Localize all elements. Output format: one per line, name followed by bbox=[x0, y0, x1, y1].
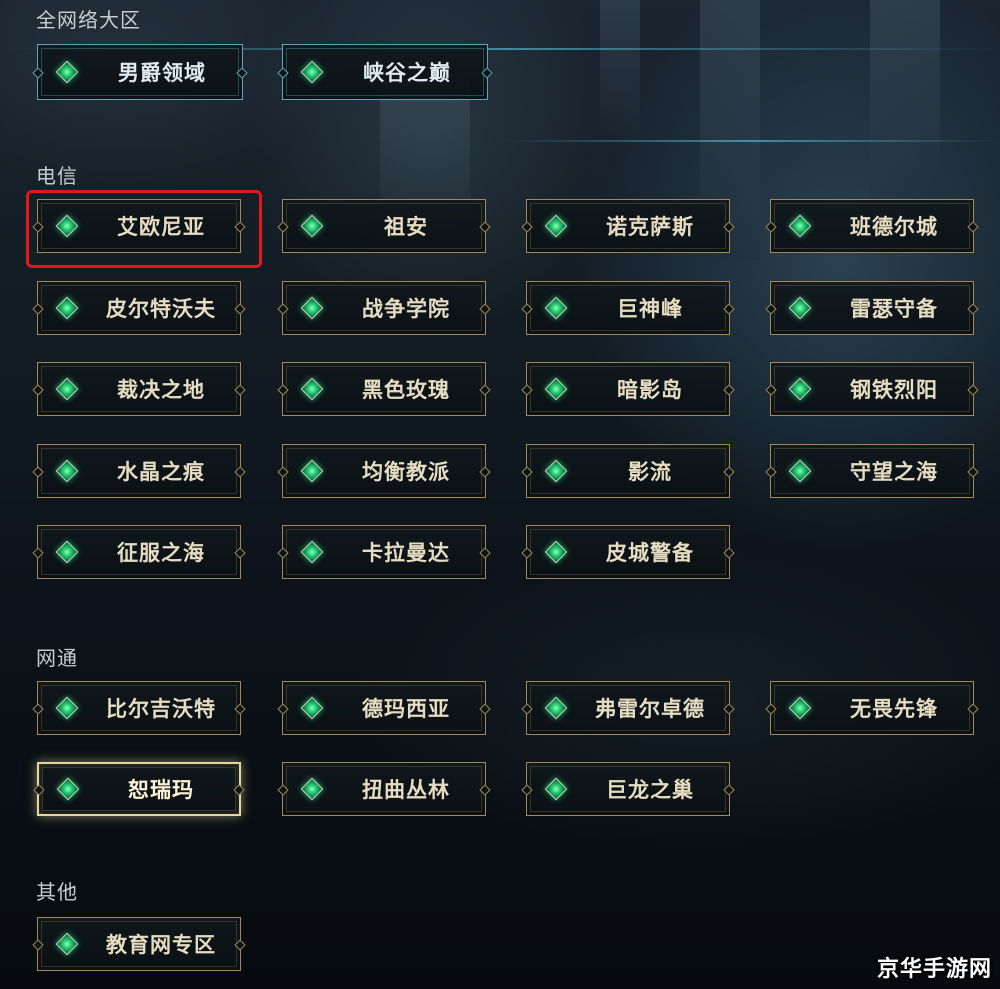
server-button[interactable]: 水晶之痕 bbox=[32, 444, 246, 498]
server-name: 皮尔特沃夫 bbox=[106, 297, 216, 321]
gem-icon bbox=[300, 459, 324, 483]
gem-icon bbox=[300, 377, 324, 401]
server-name: 艾欧尼亚 bbox=[117, 215, 205, 239]
server-button[interactable]: 卡拉曼达 bbox=[277, 525, 491, 579]
gem-icon bbox=[55, 459, 79, 483]
server-name: 德玛西亚 bbox=[362, 697, 450, 721]
gem-icon bbox=[544, 296, 568, 320]
server-button[interactable]: 征服之海 bbox=[32, 525, 246, 579]
watermark-text: 京华手游网 bbox=[876, 957, 992, 982]
server-name: 诺克萨斯 bbox=[606, 215, 694, 239]
gem-icon bbox=[544, 459, 568, 483]
server-button[interactable]: 钢铁烈阳 bbox=[765, 362, 979, 416]
gem-icon bbox=[300, 540, 324, 564]
server-button[interactable]: 暗影岛 bbox=[521, 362, 735, 416]
server-name: 巨龙之巢 bbox=[606, 778, 694, 802]
gem-icon bbox=[788, 696, 812, 720]
server-name: 扭曲丛林 bbox=[362, 778, 450, 802]
server-name: 影流 bbox=[628, 460, 672, 484]
server-button[interactable]: 教育网专区 bbox=[32, 917, 246, 971]
server-button[interactable]: 扭曲丛林 bbox=[277, 762, 491, 816]
server-name: 峡谷之巅 bbox=[363, 61, 451, 85]
gem-icon bbox=[300, 696, 324, 720]
server-button[interactable]: 祖安 bbox=[277, 199, 491, 253]
server-name: 恕瑞玛 bbox=[128, 778, 194, 802]
gem-icon bbox=[544, 777, 568, 801]
gem-icon bbox=[55, 377, 79, 401]
section-label-netcom: 网通 bbox=[36, 646, 78, 670]
server-name: 班德尔城 bbox=[850, 215, 938, 239]
gem-icon bbox=[55, 540, 79, 564]
gem-icon bbox=[56, 777, 80, 801]
server-button[interactable]: 男爵领域 bbox=[32, 44, 248, 100]
server-name: 教育网专区 bbox=[106, 933, 216, 957]
server-button[interactable]: 艾欧尼亚 bbox=[32, 199, 246, 253]
server-button[interactable]: 巨龙之巢 bbox=[521, 762, 735, 816]
server-name: 钢铁烈阳 bbox=[850, 378, 938, 402]
server-button[interactable]: 班德尔城 bbox=[765, 199, 979, 253]
gem-icon bbox=[544, 540, 568, 564]
server-name: 裁决之地 bbox=[117, 378, 205, 402]
section-label-global: 全网络大区 bbox=[36, 8, 141, 32]
server-name: 弗雷尔卓德 bbox=[595, 697, 705, 721]
gem-icon bbox=[788, 296, 812, 320]
server-name: 巨神峰 bbox=[617, 297, 683, 321]
gem-icon bbox=[55, 60, 79, 84]
server-name: 暗影岛 bbox=[617, 378, 683, 402]
server-button[interactable]: 影流 bbox=[521, 444, 735, 498]
server-name: 无畏先锋 bbox=[850, 697, 938, 721]
server-name: 守望之海 bbox=[850, 460, 938, 484]
gem-icon bbox=[788, 214, 812, 238]
server-name: 祖安 bbox=[384, 215, 428, 239]
server-button[interactable]: 皮城警备 bbox=[521, 525, 735, 579]
gem-icon bbox=[544, 214, 568, 238]
gem-icon bbox=[55, 932, 79, 956]
gem-icon bbox=[300, 60, 324, 84]
gem-icon bbox=[544, 696, 568, 720]
server-name: 水晶之痕 bbox=[117, 460, 205, 484]
server-name: 均衡教派 bbox=[362, 460, 450, 484]
server-name: 战争学院 bbox=[362, 297, 450, 321]
server-button[interactable]: 无畏先锋 bbox=[765, 681, 979, 735]
server-button[interactable]: 守望之海 bbox=[765, 444, 979, 498]
server-name: 征服之海 bbox=[117, 541, 205, 565]
server-button[interactable]: 弗雷尔卓德 bbox=[521, 681, 735, 735]
gem-icon bbox=[300, 777, 324, 801]
server-button[interactable]: 德玛西亚 bbox=[277, 681, 491, 735]
section-label-other: 其他 bbox=[36, 880, 78, 904]
gem-icon bbox=[55, 296, 79, 320]
server-button-selected[interactable]: 恕瑞玛 bbox=[33, 762, 245, 816]
server-button[interactable]: 比尔吉沃特 bbox=[32, 681, 246, 735]
gem-icon bbox=[300, 214, 324, 238]
server-button[interactable]: 巨神峰 bbox=[521, 281, 735, 335]
server-button[interactable]: 雷瑟守备 bbox=[765, 281, 979, 335]
gem-icon bbox=[788, 377, 812, 401]
server-name: 黑色玫瑰 bbox=[362, 378, 450, 402]
server-name: 比尔吉沃特 bbox=[106, 697, 216, 721]
server-button[interactable]: 峡谷之巅 bbox=[277, 44, 493, 100]
server-name: 皮城警备 bbox=[606, 541, 694, 565]
server-button[interactable]: 黑色玫瑰 bbox=[277, 362, 491, 416]
gem-icon bbox=[544, 377, 568, 401]
server-button[interactable]: 裁决之地 bbox=[32, 362, 246, 416]
server-button[interactable]: 战争学院 bbox=[277, 281, 491, 335]
section-label-telecom: 电信 bbox=[36, 164, 78, 188]
server-button[interactable]: 皮尔特沃夫 bbox=[32, 281, 246, 335]
server-name: 雷瑟守备 bbox=[850, 297, 938, 321]
server-name: 卡拉曼达 bbox=[362, 541, 450, 565]
server-button[interactable]: 诺克萨斯 bbox=[521, 199, 735, 253]
server-name: 男爵领域 bbox=[118, 61, 206, 85]
gem-icon bbox=[55, 214, 79, 238]
gem-icon bbox=[55, 696, 79, 720]
server-button[interactable]: 均衡教派 bbox=[277, 444, 491, 498]
gem-icon bbox=[300, 296, 324, 320]
gem-icon bbox=[788, 459, 812, 483]
